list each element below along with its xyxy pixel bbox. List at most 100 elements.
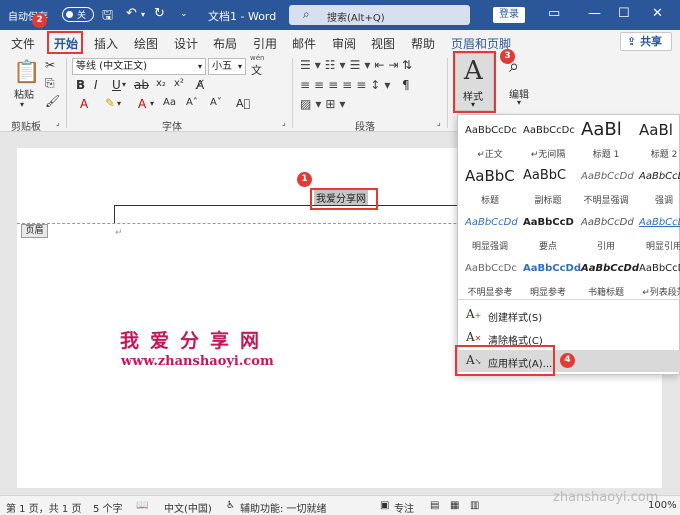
change-case-icon[interactable]: Aa [163,97,176,108]
paste-icon[interactable]: 📋 [13,60,40,85]
style-quote[interactable]: AaBbCcDd 引用 [576,211,636,257]
highlight-icon[interactable]: ✎ [105,96,115,110]
style-title[interactable]: AaBbC 标题 [460,165,520,211]
style-subtitle[interactable]: AaBbC 副标题 [518,165,578,211]
tab-help[interactable]: 帮助 [411,35,435,52]
watermark-title: 我爱分享网 [120,330,271,352]
style-sample: AaBbCcDd [581,171,634,182]
copy-icon[interactable]: ⎘ [45,76,55,91]
web-layout-icon[interactable]: ▥ [470,500,479,511]
paste-dropdown-icon[interactable]: ▾ [20,100,24,109]
tab-layout[interactable]: 布局 [213,35,237,52]
tab-mailings[interactable]: 邮件 [292,35,316,52]
style-list-paragraph[interactable]: AaBbCcDd ↵列表段落 [634,257,680,303]
annotation-box-header-text [310,188,378,210]
save-icon[interactable]: 🖫 [102,6,113,28]
login-button[interactable]: 登录 [493,7,525,23]
style-heading-2[interactable]: AaBl 标题 2 [634,119,680,165]
style-heading-1[interactable]: AaBl 标题 1 [576,119,636,165]
clear-format-icon[interactable]: A̸ [196,78,204,92]
style-name: ↵列表段落 [642,288,680,298]
maximize-icon[interactable]: ☐ [618,6,630,21]
clipboard-launcher-icon[interactable]: ⌟ [56,118,60,127]
close-icon[interactable]: ✕ [652,6,663,21]
proofing-icon[interactable]: 📖 [136,500,148,511]
editing-button[interactable]: ⌕ 编辑 ▾ [505,56,535,108]
style-strong[interactable]: AaBbCcD 要点 [518,211,578,257]
undo-dropdown-icon[interactable]: ▾ [141,10,145,19]
ribbon-display-icon[interactable]: ▭ [548,6,560,21]
accessibility-status[interactable]: 辅助功能: 一切就绪 [240,500,327,515]
tab-design[interactable]: 设计 [174,35,198,52]
accessibility-icon[interactable]: ♿ [226,500,235,511]
shrink-font-icon[interactable]: A˅ [210,97,222,108]
tab-insert[interactable]: 插入 [94,35,118,52]
annotation-badge-3: 3 [500,49,515,64]
subscript-icon[interactable]: x₂ [156,78,166,89]
grow-font-icon[interactable]: A˄ [186,97,198,108]
strikethrough-icon[interactable]: ab [134,78,149,92]
style-intense-quote[interactable]: AaBbCcDd 明显引用 [634,211,680,257]
focus-label[interactable]: 专注 [394,500,414,515]
paste-label[interactable]: 粘贴 [14,86,34,101]
style-subtle-reference[interactable]: AaBbCcDc 不明显参考 [460,257,520,303]
tab-file[interactable]: 文件 [11,35,35,52]
style-book-title[interactable]: AaBbCcDd 书籍标题 [576,257,639,303]
style-name: ↵无间隔 [530,150,566,160]
italic-icon[interactable]: I [94,78,98,92]
style-intense-reference[interactable]: AaBbCcDd 明显参考 [518,257,581,303]
style-sample: AaBbCcDd [639,217,680,228]
paragraph-launcher-icon[interactable]: ⌟ [437,118,441,127]
font-color-icon[interactable]: A [138,97,146,111]
style-no-spacing[interactable]: AaBbCcDc ↵无间隔 [518,119,578,165]
shading-borders-row[interactable]: ▨▾⊞▾ [300,97,349,111]
highlight-dropdown-icon[interactable]: ▾ [117,99,121,108]
bold-icon[interactable]: B [76,78,85,92]
style-name: 引用 [596,242,615,252]
focus-icon[interactable]: ▣ [380,500,389,511]
style-sample: AaBbCcDd [639,171,680,182]
word-count[interactable]: 5 个字 [93,500,123,515]
underline-dropdown-icon[interactable]: ▾ [122,80,126,89]
autosave-toggle[interactable]: 关 [62,7,94,22]
style-normal[interactable]: AaBbCcDc ↵正文 [460,119,520,165]
tab-view[interactable]: 视图 [371,35,395,52]
text-effects-icon[interactable]: A [80,97,88,111]
print-layout-icon[interactable]: ▦ [450,500,459,511]
sort-icon[interactable]: ⇅ [402,58,412,72]
font-size-combo[interactable]: 小五 ▾ [208,58,246,75]
cut-icon[interactable]: ✂ [45,58,55,72]
underline-icon[interactable]: U [112,78,121,92]
redo-icon[interactable]: ↻ [154,6,165,21]
list-buttons-row[interactable]: ☰▾☷▾☰▾⇤⇥ [300,58,402,72]
tab-draw[interactable]: 绘图 [134,35,158,52]
tab-review[interactable]: 审阅 [332,35,356,52]
minimize-icon[interactable]: — [588,6,601,21]
superscript-icon[interactable]: x² [174,78,184,89]
font-color-dropdown-icon[interactable]: ▾ [150,99,154,108]
site-watermark: zhanshaoyi.com [553,490,659,505]
language[interactable]: 中文(中国) [164,500,212,515]
tab-header-footer[interactable]: 页眉和页脚 [451,35,511,52]
style-sample: AaBbC [523,168,567,183]
style-subtle-emphasis[interactable]: AaBbCcDd 不明显强调 [576,165,636,211]
tab-references[interactable]: 引用 [253,35,277,52]
style-sample: AaBbCcDc [465,125,517,136]
style-emphasis[interactable]: AaBbCcDd 强调 [634,165,680,211]
style-intense-emphasis[interactable]: AaBbCcDd 明显强调 [460,211,520,257]
customize-toolbar-icon[interactable]: ⌄ [180,9,188,19]
format-painter-icon[interactable]: 🖌 [45,94,60,108]
page-count[interactable]: 第 1 页，共 1 页 [6,500,81,515]
align-buttons-row[interactable]: ≡≡≡≡≡↕▾ [300,78,394,92]
undo-icon[interactable]: ↶ [126,6,137,21]
phonetic-guide-label[interactable]: wén [250,54,264,62]
read-mode-icon[interactable]: ▤ [430,500,439,511]
font-name-combo[interactable]: 等线 (中文正文) ▾ [72,58,206,75]
create-style-item[interactable]: A+ 创建样式(S) [458,304,680,326]
char-border-icon[interactable]: A⃞ [236,97,250,110]
show-marks-icon[interactable]: ¶ [402,78,410,92]
phonetic-guide-char[interactable]: 文 [251,62,262,78]
share-button[interactable]: ⇪ 共享 [620,32,672,51]
search-input[interactable]: ⌕ 搜索(Alt+Q) [289,5,470,25]
font-launcher-icon[interactable]: ⌟ [282,118,286,127]
